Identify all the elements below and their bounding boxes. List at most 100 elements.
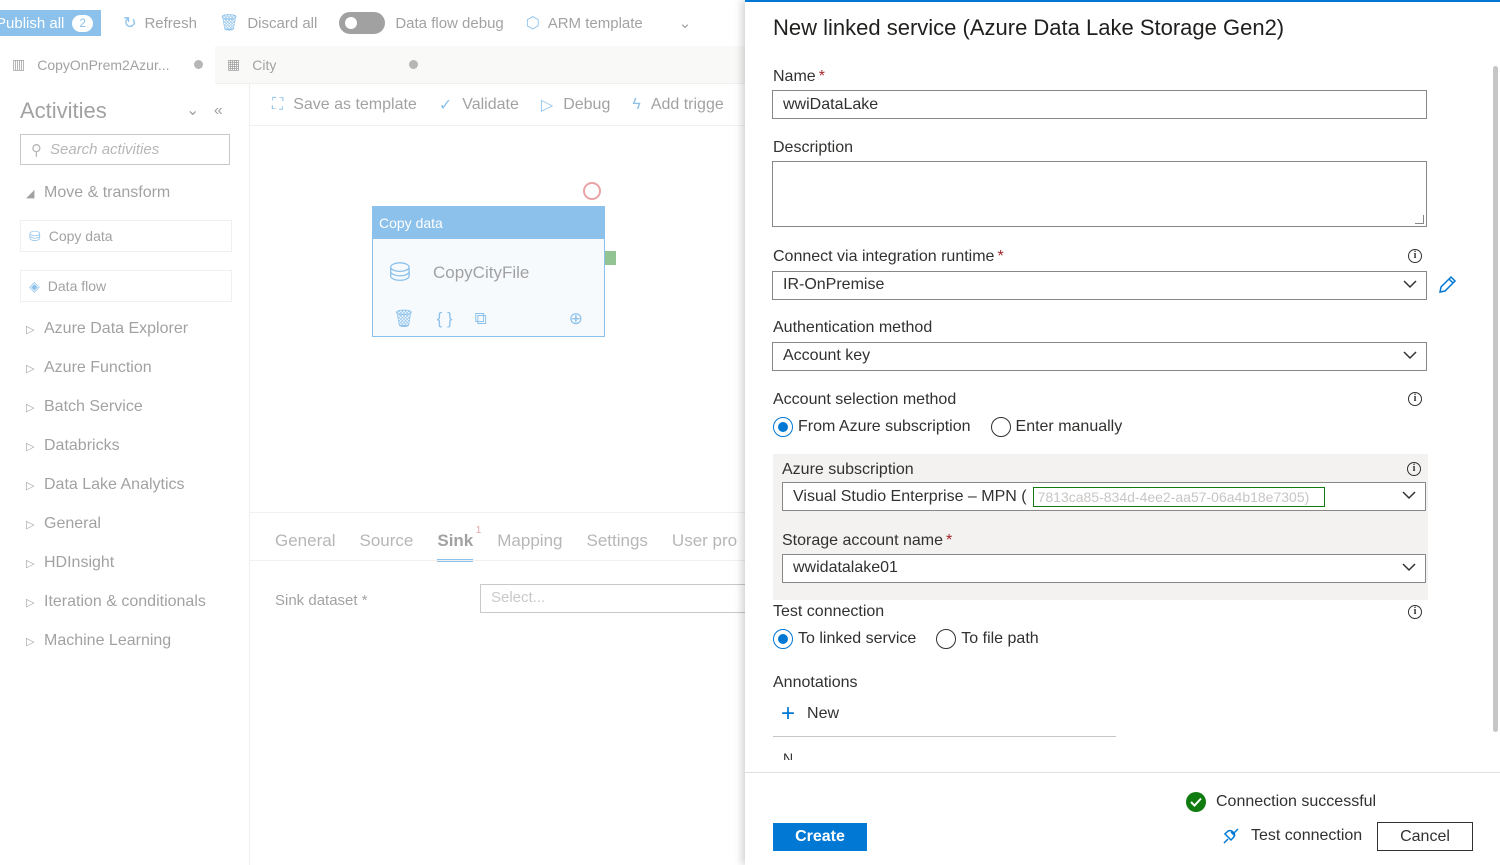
integration-runtime-dropdown[interactable]: IR-OnPremise xyxy=(772,271,1427,300)
canvas-toolbar: ⛶ Save as template ✓ Validate ▷ Debug ϟ … xyxy=(250,84,745,126)
group-label: General xyxy=(44,515,101,532)
tab-source[interactable]: Source xyxy=(359,531,413,562)
storage-account-dropdown[interactable]: wwidatalake01 xyxy=(782,554,1426,583)
group-azure-function[interactable]: ▷ Azure Function xyxy=(26,359,152,377)
lightning-icon: ϟ xyxy=(632,95,641,113)
activity-dataflow-label: Data flow xyxy=(47,278,107,294)
info-icon[interactable]: i xyxy=(1408,392,1422,406)
tab-dataset-city[interactable]: ▦ City xyxy=(215,46,430,84)
radio-from-azure-subscription[interactable]: From Azure subscription xyxy=(773,417,971,437)
factory-workspace: Publish all 2 ↻ Refresh 🗑 Discard all Da… xyxy=(0,0,745,865)
code-braces-icon[interactable]: { } xyxy=(437,309,453,329)
activity-data-flow[interactable]: ◈ Data flow xyxy=(20,270,232,302)
properties-tabs: General Source Sink 1 Mapping Settings Us… xyxy=(275,525,745,562)
group-general[interactable]: ▷ General xyxy=(26,515,101,533)
arm-template-button[interactable]: ⬡ ARM template ⌄ xyxy=(526,13,692,33)
validate-button[interactable]: ✓ Validate xyxy=(439,95,519,115)
tab-settings[interactable]: Settings xyxy=(586,531,647,562)
database-icon: ⛁ xyxy=(389,257,411,287)
radio-unchecked-icon xyxy=(936,629,957,649)
edit-pencil-icon[interactable] xyxy=(1436,274,1458,296)
save-as-template-button[interactable]: ⛶ Save as template xyxy=(272,96,417,114)
refresh-button[interactable]: ↻ Refresh xyxy=(123,13,197,33)
group-label: Batch Service xyxy=(44,398,143,415)
radio-linked-label: To linked service xyxy=(798,630,917,647)
toggle-switch-icon xyxy=(339,12,386,34)
output-arrow-icon[interactable]: ⊕ xyxy=(569,309,583,329)
required-marker: * xyxy=(818,68,825,85)
group-label: Azure Function xyxy=(44,359,152,376)
name-input[interactable] xyxy=(772,90,1427,119)
collapse-all-icon[interactable]: ⌄ xyxy=(186,102,199,119)
group-move-transform[interactable]: ◢ Move & transform xyxy=(26,184,170,202)
info-icon[interactable]: i xyxy=(1408,249,1422,263)
triangle-right-icon: ▷ xyxy=(26,401,35,414)
double-chevron-left-icon[interactable]: « xyxy=(214,102,223,119)
subscription-id-masked: 7813ca85-834d-4ee2-aa57-06a4b18e7305) xyxy=(1032,487,1325,507)
subscription-selected-value: Visual Studio Enterprise – MPN ( xyxy=(793,488,1027,506)
cancel-button[interactable]: Cancel xyxy=(1377,822,1473,851)
sink-dataset-select[interactable]: Select... xyxy=(480,584,745,613)
auth-method-label: Authentication method xyxy=(773,319,933,336)
group-databricks[interactable]: ▷ Databricks xyxy=(26,437,120,455)
collapse-controls[interactable]: ⌄ « xyxy=(186,100,223,120)
group-data-lake-analytics[interactable]: ▷ Data Lake Analytics xyxy=(26,476,185,494)
database-icon: ⛁ xyxy=(29,227,41,244)
description-textarea[interactable] xyxy=(772,161,1427,227)
group-batch-service[interactable]: ▷ Batch Service xyxy=(26,398,143,416)
debug-button[interactable]: ▷ Debug xyxy=(541,95,610,115)
tab-pipeline[interactable]: ▥ CopyOnPrem2Azur... xyxy=(0,45,215,84)
new-annotation-button[interactable]: + New xyxy=(781,702,839,726)
group-label: Machine Learning xyxy=(44,632,172,649)
test-connection-button[interactable]: Test connection xyxy=(1221,826,1362,846)
group-iteration[interactable]: ▷ Iteration & conditionals xyxy=(26,593,206,611)
group-label: Iteration & conditionals xyxy=(44,593,206,610)
azure-subscription-dropdown[interactable]: Visual Studio Enterprise – MPN ( 7813ca85… xyxy=(782,482,1426,511)
validate-label: Validate xyxy=(462,95,519,113)
chevron-down-icon: ⌄ xyxy=(678,15,692,32)
info-icon[interactable]: i xyxy=(1407,462,1421,476)
group-label: Databricks xyxy=(44,437,120,454)
tab-sink-label: Sink xyxy=(437,531,474,550)
checkmark-icon: ✓ xyxy=(438,96,453,114)
name-label: Name * xyxy=(773,68,825,86)
activity-copy-data[interactable]: ⛁ Copy data xyxy=(20,220,232,252)
annotations-divider xyxy=(773,736,1116,737)
radio-to-linked-service[interactable]: To linked service xyxy=(773,629,916,649)
info-icon[interactable]: i xyxy=(1408,605,1422,619)
group-machine-learning[interactable]: ▷ Machine Learning xyxy=(26,632,171,650)
group-label: HDInsight xyxy=(44,554,115,571)
pipeline-icon: ▥ xyxy=(12,56,26,72)
copy-activity-node[interactable]: Copy data ⛁ CopyCityFile 🗑 { } ⧉ ⊕ xyxy=(372,206,605,337)
search-activities-input[interactable]: ⚲ Search activities xyxy=(20,134,230,165)
subscription-section: Azure subscription i Visual Studio Enter… xyxy=(773,454,1428,600)
add-trigger-label: Add trigge xyxy=(650,95,724,113)
success-port-handle[interactable] xyxy=(605,251,616,265)
tab-user-properties[interactable]: User pro xyxy=(672,531,737,562)
radio-to-file-path[interactable]: To file path xyxy=(936,629,1039,649)
group-azure-data-explorer[interactable]: ▷ Azure Data Explorer xyxy=(26,320,188,338)
add-trigger-button[interactable]: ϟ Add trigge xyxy=(632,96,723,114)
subscription-label: Azure subscription xyxy=(782,461,914,478)
radio-enter-manually[interactable]: Enter manually xyxy=(990,417,1122,437)
group-label: Azure Data Explorer xyxy=(44,320,189,337)
dataflow-debug-toggle[interactable]: Data flow debug xyxy=(339,12,504,34)
auth-method-dropdown[interactable]: Account key xyxy=(772,342,1427,371)
chevron-down-icon xyxy=(1402,491,1416,500)
copy-icon[interactable]: ⧉ xyxy=(475,309,487,329)
panel-accent-line xyxy=(745,0,1500,2)
refresh-label: Refresh xyxy=(144,14,197,32)
create-button[interactable]: Create xyxy=(773,823,867,851)
tab-sink[interactable]: Sink 1 xyxy=(437,525,481,562)
discard-all-label: Discard all xyxy=(247,14,318,32)
discard-all-button[interactable]: 🗑 Discard all xyxy=(219,13,317,33)
ir-label: Connect via integration runtime * xyxy=(773,248,1004,266)
tab-mapping[interactable]: Mapping xyxy=(497,531,562,562)
tab-general[interactable]: General xyxy=(275,531,335,562)
delete-icon[interactable]: 🗑 xyxy=(393,309,415,329)
group-hdinsight[interactable]: ▷ HDInsight xyxy=(26,554,114,572)
publish-all-button[interactable]: Publish all 2 xyxy=(0,10,102,36)
panel-scrollbar[interactable] xyxy=(1493,66,1498,732)
tab-city-label: City xyxy=(252,56,277,73)
activity-node-actions: 🗑 { } ⧉ ⊕ xyxy=(393,309,583,329)
